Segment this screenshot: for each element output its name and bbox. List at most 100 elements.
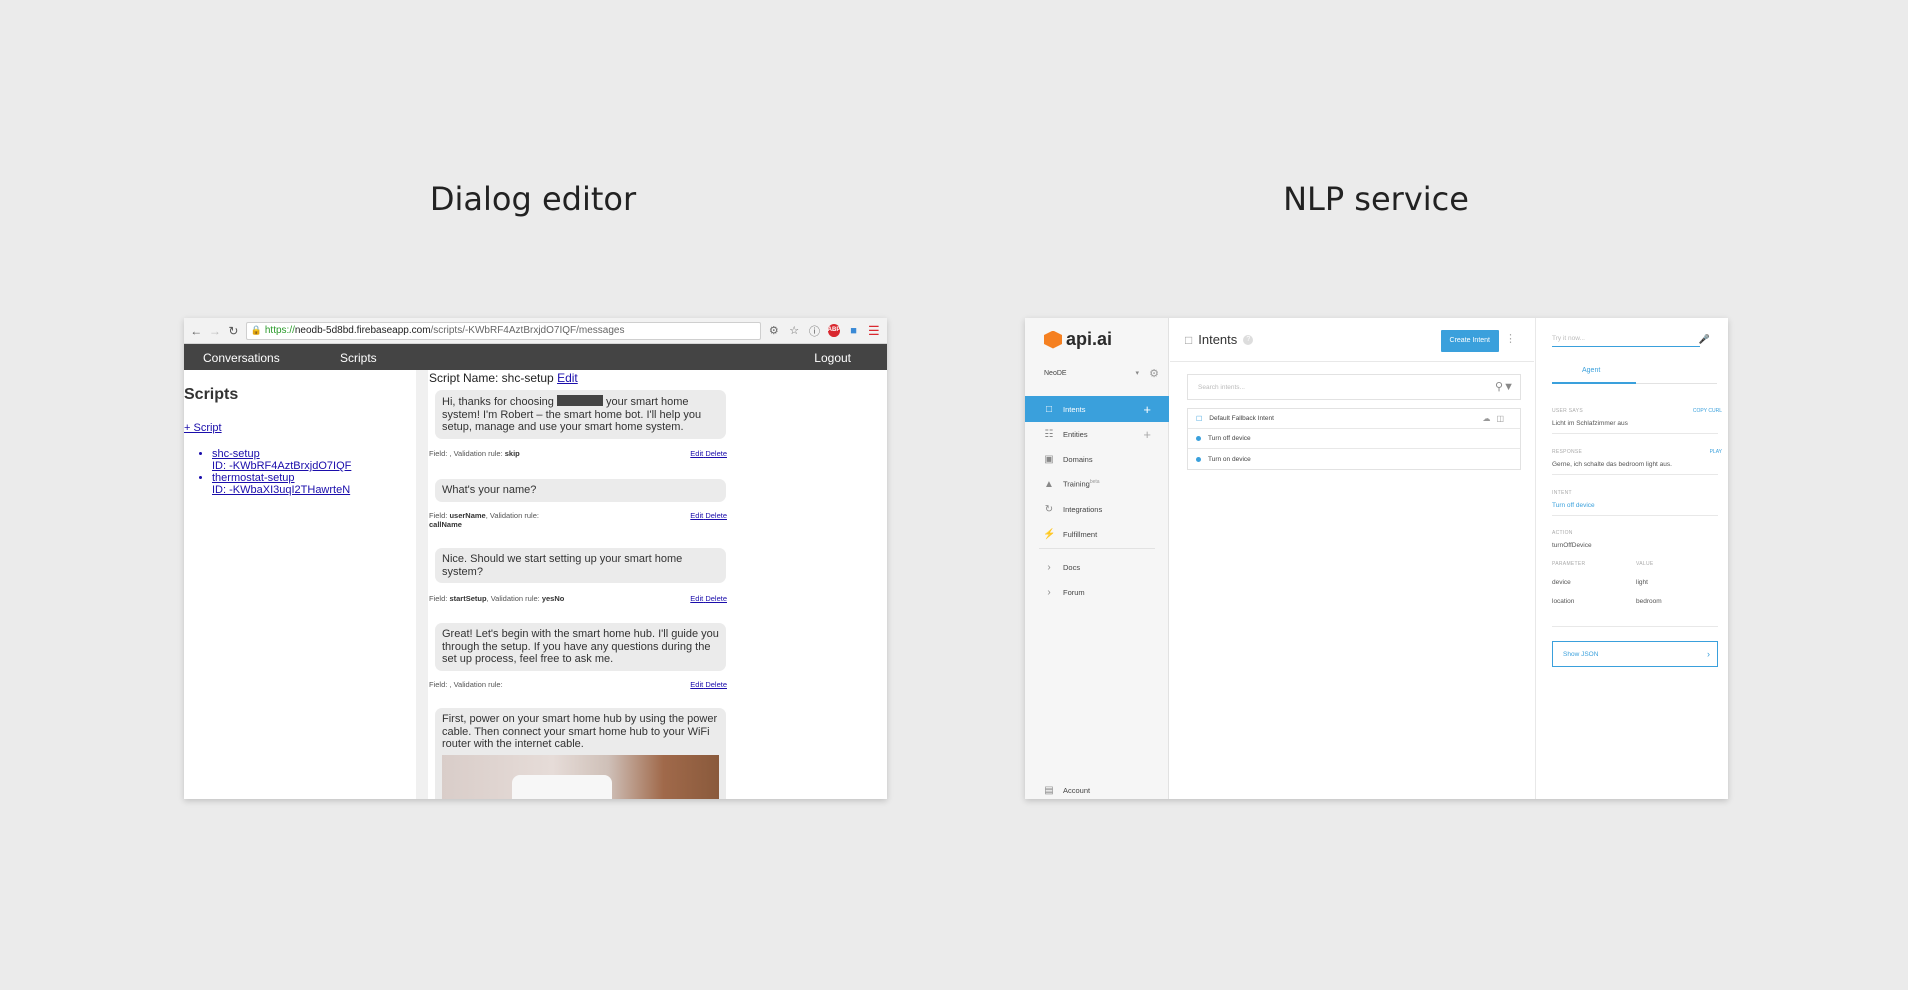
help-icon[interactable]: ? bbox=[1243, 334, 1254, 345]
sidebar-item-integrations[interactable]: ↻ Integrations bbox=[1025, 496, 1169, 522]
plus-icon[interactable]: + bbox=[1143, 402, 1151, 417]
nav-scripts[interactable]: Scripts bbox=[340, 351, 377, 365]
intents-header: □ Intents? Create Intent ⋮ bbox=[1170, 318, 1534, 362]
trash-icon[interactable]: ◫ bbox=[1496, 414, 1510, 423]
param-name: location bbox=[1552, 598, 1575, 605]
intent-label: INTENT bbox=[1552, 490, 1572, 496]
response-label: RESPONSE bbox=[1552, 449, 1583, 455]
sidebar-divider bbox=[1039, 548, 1155, 549]
list-item[interactable]: Turn on device bbox=[1188, 449, 1520, 469]
nav-conversations[interactable]: Conversations bbox=[203, 351, 280, 365]
edit-link[interactable]: Edit bbox=[690, 449, 703, 458]
filter-icon[interactable]: ▼ bbox=[1503, 381, 1514, 393]
url-bar[interactable]: 🔒 https://neodb-5d8bd.firebaseapp.com/sc… bbox=[245, 321, 761, 340]
dot-icon bbox=[1196, 436, 1201, 441]
reload-icon[interactable]: ↻ bbox=[227, 324, 240, 338]
tab-agent[interactable]: Agent bbox=[1552, 362, 1717, 384]
edit-link[interactable]: Edit bbox=[690, 594, 703, 603]
sidebar-item-fulfillment[interactable]: ⚡ Fulfillment bbox=[1025, 521, 1169, 547]
lock-icon: 🔒 bbox=[250, 325, 262, 335]
delete-link[interactable]: Delete bbox=[705, 594, 727, 603]
script-messages: Script Name: shc-setup Edit Hi, thanks f… bbox=[423, 370, 887, 799]
sidebar-item-domains[interactable]: ▣ Domains bbox=[1025, 446, 1169, 472]
forward-icon[interactable]: → bbox=[209, 324, 222, 338]
sidebar-item-docs[interactable]: › Docs bbox=[1025, 554, 1169, 580]
cloud-icon[interactable]: ☁ bbox=[1482, 414, 1496, 423]
script-edit-link[interactable]: Edit bbox=[557, 371, 578, 385]
message-bubble: What's your name? bbox=[435, 479, 726, 502]
star-icon[interactable]: ☆ bbox=[787, 324, 801, 337]
sidebar-item-forum[interactable]: › Forum bbox=[1025, 579, 1169, 605]
caret-down-icon: ▾ bbox=[1135, 370, 1139, 377]
message-meta: Field: , Validation rule: skip Edit Dele… bbox=[429, 449, 727, 458]
delete-link[interactable]: Delete bbox=[705, 680, 727, 689]
intents-panel: □ Intents? Create Intent ⋮ Search intents… bbox=[1170, 318, 1534, 799]
intent-list: ☐ Default Fallback Intent ☁◫ Turn off devi… bbox=[1187, 408, 1521, 470]
user-says-value: Licht im Schlafzimmer aus bbox=[1552, 420, 1628, 427]
message-meta: Field: startSetup, Validation rule: yesN… bbox=[429, 594, 727, 603]
plus-icon[interactable]: + bbox=[1143, 427, 1151, 442]
extension-blue-icon[interactable]: ■ bbox=[846, 325, 860, 337]
api-logo: api.ai bbox=[1044, 329, 1112, 350]
mic-icon[interactable]: 🎤 bbox=[1699, 334, 1710, 345]
intent-value[interactable]: Turn off device bbox=[1552, 502, 1595, 509]
delete-link[interactable]: Delete bbox=[705, 511, 727, 520]
nav-logout[interactable]: Logout bbox=[814, 351, 851, 365]
edit-link[interactable]: Edit bbox=[690, 511, 703, 520]
script-item[interactable]: thermostat-setupID: -KWbaXI3uqI2THawrteN bbox=[212, 472, 416, 496]
training-icon: ▲ bbox=[1044, 478, 1054, 490]
sidebar-item-entities[interactable]: ☷ Entities + bbox=[1025, 421, 1169, 447]
sidebar-item-training[interactable]: ▲ Trainingbeta bbox=[1025, 471, 1169, 497]
try-it-input[interactable]: Try it now... 🎤 bbox=[1552, 334, 1710, 347]
adblock-icon[interactable]: ABP bbox=[827, 324, 841, 337]
entities-icon: ☷ bbox=[1044, 428, 1054, 440]
message-bubble: First, power on your smart home hub by u… bbox=[435, 708, 726, 799]
list-item[interactable]: Turn off device bbox=[1188, 429, 1520, 449]
back-icon[interactable]: ← bbox=[190, 324, 203, 338]
menu-icon[interactable]: ☰ bbox=[867, 323, 881, 339]
gear-icon[interactable]: ⚙ bbox=[1149, 367, 1159, 380]
extension-icon[interactable]: ⚙ bbox=[767, 324, 781, 337]
integrations-icon: ↻ bbox=[1044, 503, 1054, 515]
user-says-label: USER SAYS bbox=[1552, 408, 1583, 414]
message-meta: Field: userName, Validation rule: callNa… bbox=[429, 511, 727, 529]
message-bubble: Nice. Should we start setting up your sm… bbox=[435, 548, 726, 583]
sidebar-item-account[interactable]: ▤ Account bbox=[1025, 777, 1169, 799]
heading-dialog-editor: Dialog editor bbox=[429, 180, 637, 218]
browser-toolbar: ← → ↻ 🔒 https://neodb-5d8bd.firebaseapp.… bbox=[184, 318, 887, 344]
script-item[interactable]: shc-setupID: -KWbRF4AztBrxjdO7IQF bbox=[212, 448, 416, 472]
edit-link[interactable]: Edit bbox=[690, 680, 703, 689]
delete-link[interactable]: Delete bbox=[705, 449, 727, 458]
search-icon[interactable]: ⚲ bbox=[1495, 381, 1503, 393]
action-label: ACTION bbox=[1552, 530, 1573, 536]
sidebar-item-intents[interactable]: □ Intents + bbox=[1025, 396, 1169, 422]
copy-curl-link[interactable]: COPY CURL bbox=[1693, 408, 1722, 414]
bolt-icon: ⚡ bbox=[1043, 528, 1056, 540]
list-item[interactable]: ☐ Default Fallback Intent ☁◫ bbox=[1188, 409, 1520, 429]
message-meta: Field: , Validation rule: Edit Delete bbox=[429, 680, 727, 689]
redacted-block bbox=[556, 395, 603, 406]
param-value: bedroom bbox=[1636, 598, 1662, 605]
info-icon[interactable]: ⓘ bbox=[807, 323, 821, 339]
smart-home-hub-image bbox=[442, 754, 719, 799]
script-name: Script Name: shc-setup Edit bbox=[429, 371, 578, 385]
agent-selector[interactable]: NeoDE ▾ ⚙ bbox=[1044, 368, 1159, 380]
message-bubble: Hi, thanks for choosing your smart home … bbox=[435, 390, 726, 439]
play-link[interactable]: PLAY bbox=[1710, 449, 1722, 455]
add-script-link[interactable]: + Script bbox=[184, 422, 416, 434]
param-value: light bbox=[1636, 579, 1648, 586]
cube-icon bbox=[1044, 330, 1062, 349]
search-intents-input[interactable]: Search intents... ⚲▼ bbox=[1187, 374, 1521, 400]
script-list: shc-setupID: -KWbRF4AztBrxjdO7IQF thermo… bbox=[212, 448, 416, 496]
show-json-button[interactable]: Show JSON › bbox=[1552, 641, 1718, 667]
chat-icon: □ bbox=[1185, 332, 1193, 347]
param-name: device bbox=[1552, 579, 1571, 586]
create-intent-button[interactable]: Create Intent bbox=[1440, 330, 1499, 352]
account-icon: ▤ bbox=[1044, 784, 1054, 796]
more-icon[interactable]: ⋮ bbox=[1505, 332, 1516, 345]
dialog-editor-screenshot: ← → ↻ 🔒 https://neodb-5d8bd.firebaseapp.… bbox=[184, 318, 887, 799]
bookmark-icon: ☐ bbox=[1196, 415, 1203, 423]
api-sidebar: api.ai NeoDE ▾ ⚙ □ Intents + ☷ Entities + ▣ Dom… bbox=[1025, 318, 1169, 799]
page-title: □ Intents? bbox=[1185, 332, 1254, 347]
response-value: Gerne, ich schalte das bedroom light aus… bbox=[1552, 461, 1672, 468]
